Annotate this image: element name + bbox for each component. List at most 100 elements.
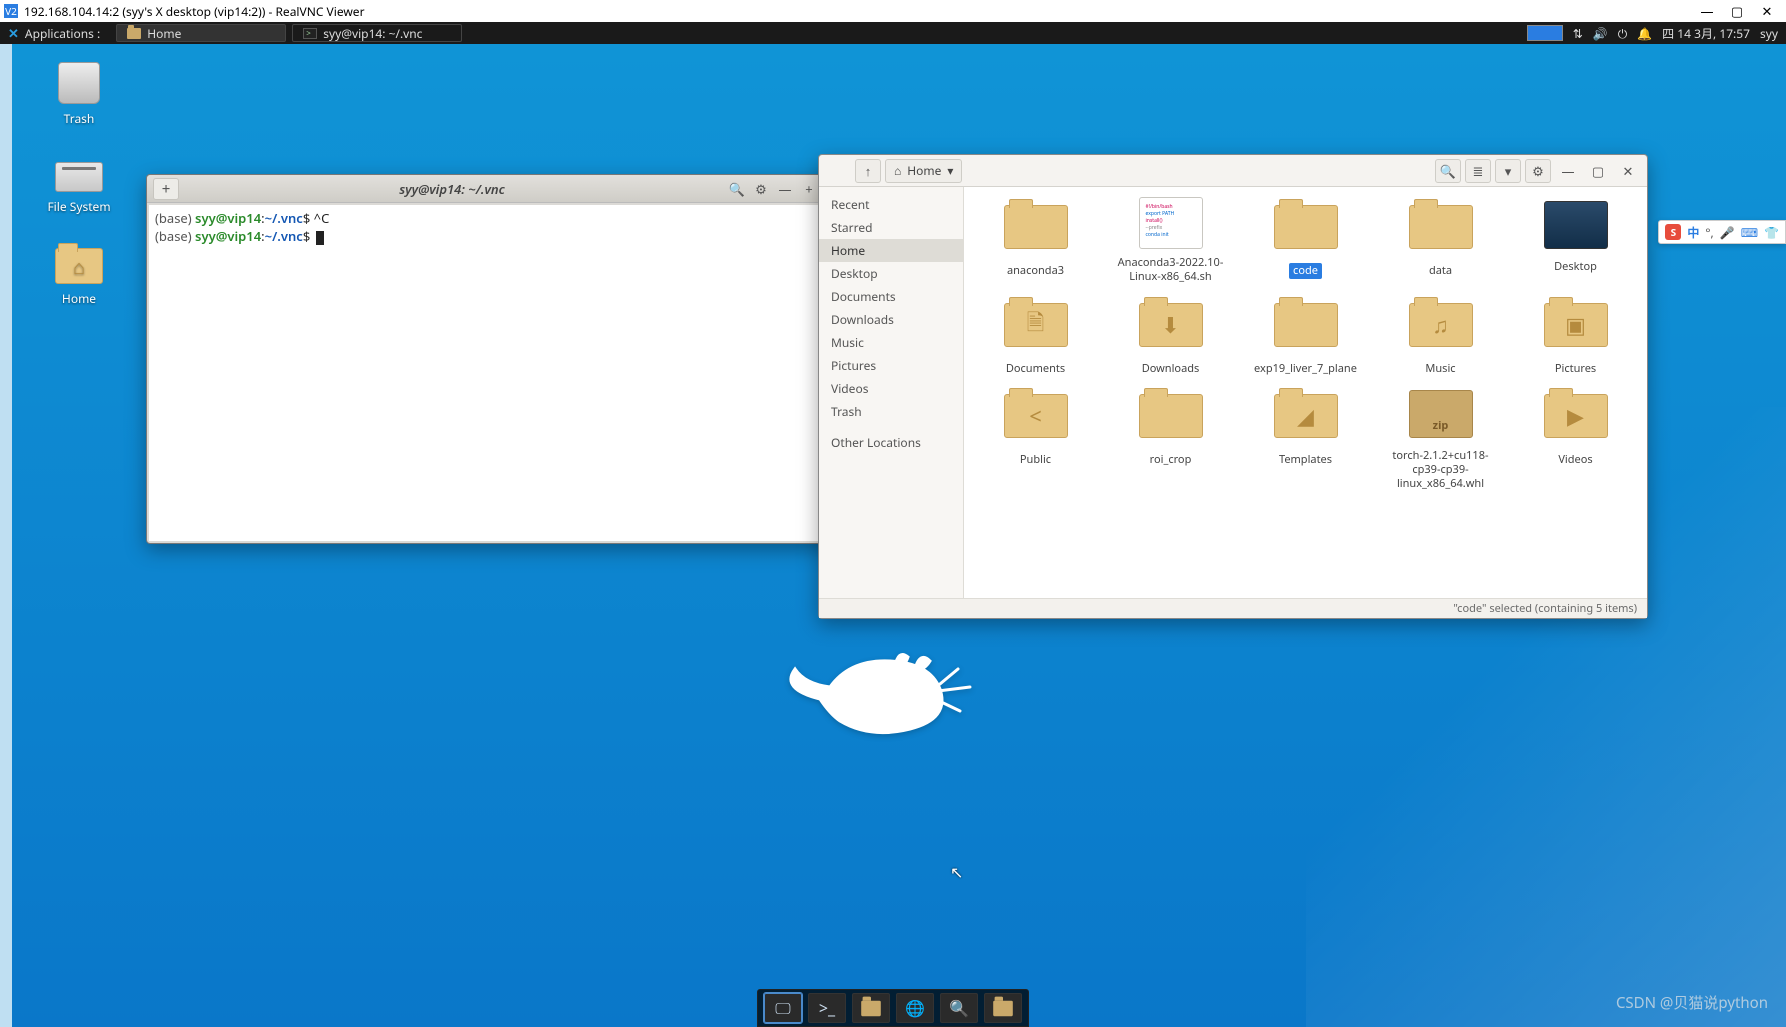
ime-skin-icon[interactable]: 👕 xyxy=(1764,224,1779,241)
desktop-icon-trash[interactable]: Trash xyxy=(34,62,124,127)
ime-keyboard-icon[interactable]: ⌨ xyxy=(1741,224,1758,241)
file-item[interactable]: ▶Videos xyxy=(1510,386,1641,491)
volume-icon[interactable]: 🔊 xyxy=(1593,25,1608,42)
file-item[interactable]: anaconda3 xyxy=(970,197,1101,285)
desktop-icon-home[interactable]: Home xyxy=(34,242,124,307)
fm-up-button[interactable]: ↑ xyxy=(855,159,881,183)
sidebar-item-home[interactable]: Home xyxy=(819,239,963,262)
ime-punct-icon[interactable]: °, xyxy=(1705,224,1713,241)
folder-icon xyxy=(861,1000,881,1015)
sidebar-item-starred[interactable]: Starred xyxy=(819,216,963,239)
fm-breadcrumb-home[interactable]: ⌂ Home ▾ xyxy=(885,159,962,183)
dock-show-desktop[interactable]: 🖵 xyxy=(764,993,802,1023)
folder-icon: ♫ xyxy=(1409,303,1473,347)
fm-content[interactable]: anaconda3#!/bin/bashexport PATHinstall()… xyxy=(964,187,1647,598)
desktop-icon xyxy=(1544,201,1608,249)
sidebar-item-pictures[interactable]: Pictures xyxy=(819,354,963,377)
ime-lang-label[interactable]: 中 xyxy=(1687,224,1699,241)
chevron-down-icon[interactable]: ▾ xyxy=(947,162,953,179)
win-maximize-button[interactable]: ▢ xyxy=(1722,2,1752,20)
sidebar-item-trash[interactable]: Trash xyxy=(819,400,963,423)
file-item[interactable]: ♫ Music xyxy=(1375,295,1506,377)
file-item[interactable]: ⬇Downloads xyxy=(1105,295,1236,377)
folder-icon: < xyxy=(1004,394,1068,438)
file-item[interactable]: roi_crop xyxy=(1105,386,1236,491)
win-close-button[interactable]: ✕ xyxy=(1752,2,1782,20)
win-minimize-button[interactable]: — xyxy=(1692,2,1722,20)
file-item[interactable]: exp19_liver_7_plane xyxy=(1240,295,1371,377)
file-label: Pictures xyxy=(1551,361,1600,377)
file-item[interactable]: ziptorch-2.1.2+cu118-cp39-cp39-linux_x86… xyxy=(1375,386,1506,491)
terminal-search-button[interactable]: 🔍 xyxy=(725,178,749,200)
terminal-body[interactable]: (base) syy@vip14:~/.vnc$ ^C (base) syy@v… xyxy=(149,205,843,541)
terminal-menu-button[interactable]: ⚙ xyxy=(749,178,773,200)
terminal-window[interactable]: + syy@vip14: ~/.vnc 🔍 ⚙ — + ✕ (base) syy… xyxy=(146,174,846,544)
file-item[interactable]: code xyxy=(1240,197,1371,285)
drive-icon xyxy=(55,162,103,192)
task-terminal-label: syy@vip14: ~/.vnc xyxy=(323,25,422,42)
file-label: Documents xyxy=(1002,361,1069,377)
file-label: Public xyxy=(1016,452,1055,468)
file-item[interactable]: ◢ Templates xyxy=(1240,386,1371,491)
archive-icon: zip xyxy=(1409,390,1473,438)
sidebar-item-videos[interactable]: Videos xyxy=(819,377,963,400)
folder-icon xyxy=(1409,205,1473,249)
taskbar-item-terminal[interactable]: syy@vip14: ~/.vnc xyxy=(292,24,462,42)
fm-view-dropdown[interactable]: ▾ xyxy=(1495,159,1521,183)
fm-search-button[interactable]: 🔍 xyxy=(1435,159,1461,183)
ime-voice-icon[interactable]: 🎤 xyxy=(1720,224,1735,241)
terminal-new-tab-button[interactable]: + xyxy=(153,178,179,200)
fm-maximize-button[interactable]: ▢ xyxy=(1585,159,1611,183)
desktop-icon-filesystem[interactable]: File System xyxy=(34,152,124,215)
sidebar-item-music[interactable]: Music xyxy=(819,331,963,354)
dock-terminal[interactable]: >_ xyxy=(808,993,846,1023)
file-label: code xyxy=(1289,263,1322,279)
sidebar-item-desktop[interactable]: Desktop xyxy=(819,262,963,285)
folder-icon xyxy=(1004,205,1068,249)
file-label: Music xyxy=(1421,361,1459,377)
folder-icon: ⬇ xyxy=(1139,303,1203,347)
workspace-switcher[interactable] xyxy=(1527,25,1563,41)
fm-view-list-button[interactable]: ≣ xyxy=(1465,159,1491,183)
taskbar-item-home[interactable]: Home xyxy=(116,24,286,42)
file-item[interactable]: ▣Pictures xyxy=(1510,295,1641,377)
fm-close-button[interactable]: ✕ xyxy=(1615,159,1641,183)
power-icon[interactable]: ⏻ xyxy=(1618,25,1628,42)
desktop[interactable]: Trash File System Home + syy@vip14: ~/.v… xyxy=(0,44,1786,1027)
sidebar-item-documents[interactable]: Documents xyxy=(819,285,963,308)
folder-icon: ▶ xyxy=(1544,394,1608,438)
file-item[interactable]: Desktop xyxy=(1510,197,1641,285)
file-label: exp19_liver_7_plane xyxy=(1250,361,1361,377)
file-item[interactable]: 🗎Documents xyxy=(970,295,1101,377)
file-item[interactable]: data xyxy=(1375,197,1506,285)
file-manager-toolbar: ↑ ⌂ Home ▾ 🔍 ≣ ▾ ⚙ — ▢ ✕ xyxy=(819,155,1647,187)
fm-minimize-button[interactable]: — xyxy=(1555,159,1581,183)
terminal-minimize-button[interactable]: — xyxy=(773,178,797,200)
applications-menu[interactable]: ✕ Applications : xyxy=(0,22,108,44)
sidebar-item-other-locations[interactable]: Other Locations xyxy=(819,431,963,454)
terminal-titlebar[interactable]: + syy@vip14: ~/.vnc 🔍 ⚙ — + ✕ xyxy=(147,175,845,203)
sidebar-item-downloads[interactable]: Downloads xyxy=(819,308,963,331)
clock[interactable]: 四 14 3月, 17:57 xyxy=(1662,25,1750,42)
notifications-icon[interactable]: 🔔 xyxy=(1637,25,1652,42)
folder-icon xyxy=(1139,394,1203,438)
panel-user[interactable]: syy xyxy=(1760,25,1778,42)
file-item[interactable]: < Public xyxy=(970,386,1101,491)
file-label: Anaconda3-2022.10-Linux-x86_64.sh xyxy=(1105,255,1236,285)
file-manager-window[interactable]: ↑ ⌂ Home ▾ 🔍 ≣ ▾ ⚙ — ▢ ✕ Recent Starred … xyxy=(818,154,1648,619)
file-label: Templates xyxy=(1275,452,1336,468)
folder-icon: ◢ xyxy=(1274,394,1338,438)
dock-web-browser[interactable]: 🌐 xyxy=(896,993,934,1023)
file-label: data xyxy=(1425,263,1456,279)
dock-search[interactable]: 🔍 xyxy=(940,993,978,1023)
fm-menu-button[interactable]: ⚙ xyxy=(1525,159,1551,183)
file-item[interactable]: #!/bin/bashexport PATHinstall()--prefixc… xyxy=(1105,197,1236,285)
desktop-left-edge xyxy=(0,44,12,1027)
fm-sidebar: Recent Starred Home Desktop Documents Do… xyxy=(819,187,964,598)
dock-folder[interactable] xyxy=(984,993,1022,1023)
dock-files[interactable] xyxy=(852,993,890,1023)
ime-toolbar[interactable]: S 中 °, 🎤 ⌨ 👕 xyxy=(1658,220,1786,244)
network-icon[interactable]: ⇅ xyxy=(1573,25,1583,42)
bottom-dock: 🖵 >_ 🌐 🔍 xyxy=(757,989,1029,1027)
sidebar-item-recent[interactable]: Recent xyxy=(819,193,963,216)
